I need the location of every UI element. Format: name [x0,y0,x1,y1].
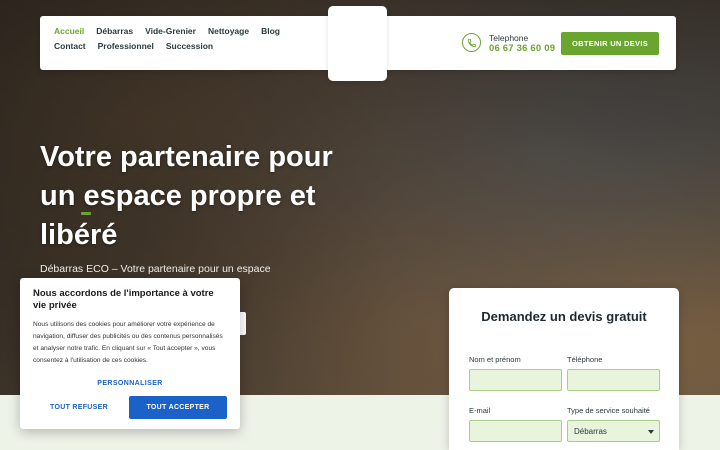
service-select-value: Débarras [574,427,607,436]
service-select[interactable]: Débarras [567,420,660,442]
title-accent [81,212,91,215]
name-label: Nom et prénom [469,355,521,364]
name-field[interactable] [469,369,562,391]
email-field[interactable] [469,420,562,442]
phone-number[interactable]: 06 67 36 60 09 [489,43,555,54]
phone-field-label: Téléphone [567,355,603,364]
nav-item-accueil[interactable]: Accueil [54,27,84,36]
nav-item-vide-grenier[interactable]: Vide-Grenier [145,27,196,36]
nav-item-contact[interactable]: Contact [54,42,86,51]
hero-subtitle: Débarras ECO – Votre partenaire pour un … [40,263,271,275]
cookie-text: Nous utilisons des cookies pour améliore… [33,321,223,364]
get-quote-button[interactable]: OBTENIR UN DEVIS [561,32,659,55]
service-label: Type de service souhaité [567,406,650,415]
logo[interactable] [328,6,387,81]
phone-field[interactable] [567,369,660,391]
cookie-refuse-button[interactable]: TOUT REFUSER [33,396,125,419]
quote-form: Demandez un devis gratuit Nom et prénom … [449,288,679,450]
email-label: E-mail [469,406,491,415]
cookie-banner: Nous accordons de l'importance à votre v… [20,278,240,429]
chevron-down-icon [648,430,654,434]
phone-icon [462,33,481,52]
phone-label: Telephone [489,33,529,43]
main-nav: Accueil Débarras Vide-Grenier Nettoyage … [54,27,304,51]
hero-title: Votre partenaire pour un espace propre e… [40,141,333,251]
nav-item-professionnel[interactable]: Professionnel [98,42,154,51]
form-title: Demandez un devis gratuit [481,309,647,324]
nav-item-nettoyage[interactable]: Nettoyage [208,27,249,36]
nav-item-debarras[interactable]: Débarras [96,27,133,36]
nav-item-blog[interactable]: Blog [261,27,280,36]
cookie-accept-button[interactable]: TOUT ACCEPTER [129,396,227,419]
cookie-title: Nous accordons de l'importance à votre v… [33,288,214,311]
cookie-customize-button[interactable]: PERSONNALISER [20,380,240,387]
nav-item-succession[interactable]: Succession [166,42,213,51]
